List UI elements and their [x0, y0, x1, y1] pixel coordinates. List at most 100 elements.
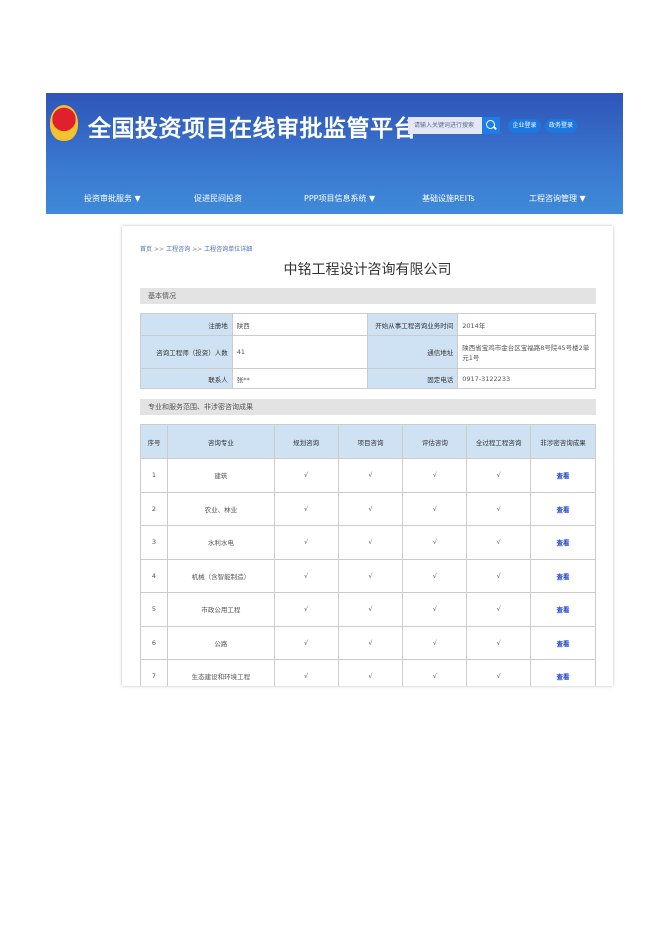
cell-c1: √ [273, 525, 339, 560]
cell-no: 5 [140, 592, 168, 627]
cell-c3: √ [402, 458, 468, 493]
site-header: 全国投资项目在线审批监管平台 请输入关键词进行搜索 企业登录 政务登录 投资审批… [46, 93, 623, 214]
cell-c3: √ [402, 592, 468, 627]
cell-c3: √ [402, 491, 468, 526]
cell-no: 1 [140, 458, 168, 493]
label: 注册地 [140, 313, 233, 336]
cell-no: 2 [140, 491, 168, 526]
view-results-link[interactable]: 查看 [557, 472, 570, 480]
national-emblem-icon [50, 105, 78, 141]
cell-major: 建筑 [166, 458, 275, 493]
table-row: 6 公路 √ √ √ √ 查看 [140, 625, 596, 660]
search-button[interactable] [482, 117, 500, 134]
view-results-link[interactable]: 查看 [557, 673, 570, 681]
cell-major: 公路 [166, 625, 275, 660]
nav-reits[interactable]: 基础设施REITs [422, 193, 475, 204]
breadcrumb-consulting[interactable]: 工程咨询 [166, 246, 190, 253]
table-row: 7 生态建设和环境工程 √ √ √ √ 查看 [140, 659, 596, 686]
basic-info-heading: 基本情况 [140, 288, 596, 304]
view-results-link[interactable]: 查看 [557, 573, 570, 581]
cell-no: 4 [140, 558, 168, 593]
cell-c4: √ [466, 458, 532, 493]
view-results-link[interactable]: 查看 [557, 640, 570, 648]
cell-c4: √ [466, 558, 532, 593]
value: 陕西省宝鸡市金台区宝福路8号院45号楼2单元1号 [457, 335, 596, 369]
cell-major: 生态建设和环境工程 [166, 659, 275, 686]
column-header: 咨询专业 [166, 424, 275, 459]
label: 通信地址 [367, 335, 459, 369]
column-header: 项目咨询 [337, 424, 404, 459]
cell-major: 市政公用工程 [166, 592, 275, 627]
cell-c4: √ [466, 659, 532, 686]
view-results-link[interactable]: 查看 [557, 606, 570, 614]
cell-c1: √ [273, 458, 339, 493]
cell-c2: √ [337, 558, 404, 593]
table-row: 4 机械（含智能制造） √ √ √ √ 查看 [140, 558, 596, 593]
view-results-link[interactable]: 查看 [557, 506, 570, 514]
search-input[interactable]: 请输入关键词进行搜索 [408, 117, 482, 134]
nav-consulting-management[interactable]: 工程咨询管理 ▼ [529, 193, 586, 204]
cell-c2: √ [337, 625, 404, 660]
cell-c4: √ [466, 625, 532, 660]
nav-ppp[interactable]: PPP项目信息系统 ▼ [304, 193, 375, 204]
cell-no: 7 [140, 659, 168, 686]
cell-c1: √ [273, 491, 339, 526]
scope-heading: 专业和服务范围、非涉密咨询成果 [140, 399, 596, 415]
table-header: 序号 咨询专业 规划咨询 项目咨询 评估咨询 全过程工程咨询 非涉密咨询成果 [140, 424, 596, 459]
breadcrumb-home[interactable]: 首页 [140, 246, 152, 253]
nav-investment-approval[interactable]: 投资审批服务 ▼ [84, 193, 141, 204]
cell-c1: √ [273, 592, 339, 627]
cell-link: 查看 [530, 458, 596, 493]
table-row: 5 市政公用工程 √ √ √ √ 查看 [140, 592, 596, 627]
cell-c2: √ [337, 458, 404, 493]
cell-c4: √ [466, 491, 532, 526]
cell-c2: √ [337, 659, 404, 686]
cell-c2: √ [337, 592, 404, 627]
label: 咨询工程师（投资）人数 [140, 335, 233, 369]
cell-no: 6 [140, 625, 168, 660]
table-row: 2 农业、林业 √ √ √ √ 查看 [140, 491, 596, 526]
cell-c2: √ [337, 491, 404, 526]
column-header: 非涉密咨询成果 [530, 424, 596, 459]
cell-link: 查看 [530, 525, 596, 560]
column-header: 全过程工程咨询 [466, 424, 532, 459]
cell-link: 查看 [530, 558, 596, 593]
table-row: 3 水利水电 √ √ √ √ 查看 [140, 525, 596, 560]
cell-c4: √ [466, 525, 532, 560]
cell-major: 水利水电 [166, 525, 275, 560]
cell-c3: √ [402, 659, 468, 686]
nav-private-investment[interactable]: 促进民间投资 [194, 193, 242, 204]
column-header: 评估咨询 [402, 424, 468, 459]
gov-login-button[interactable]: 政务登录 [545, 119, 577, 133]
value: 41 [231, 335, 369, 369]
value: 0917-3122233 [457, 368, 596, 389]
cell-c1: √ [273, 558, 339, 593]
column-header: 序号 [140, 424, 168, 459]
cell-link: 查看 [530, 659, 596, 686]
cell-c1: √ [273, 625, 339, 660]
scope-table: 序号 咨询专业 规划咨询 项目咨询 评估咨询 全过程工程咨询 非涉密咨询成果 1 建筑 √ √ √ √… [140, 424, 596, 686]
breadcrumb-current[interactable]: 工程咨询单位详细 [204, 246, 252, 253]
breadcrumb-separator: >> [192, 246, 203, 253]
company-title: 中铭工程设计咨询有限公司 [283, 262, 452, 278]
view-results-link[interactable]: 查看 [557, 539, 570, 547]
value: 2014年 [457, 313, 596, 336]
enterprise-login-button[interactable]: 企业登录 [508, 119, 541, 133]
cell-no: 3 [140, 525, 168, 560]
cell-c3: √ [402, 525, 468, 560]
site-title: 全国投资项目在线审批监管平台 [88, 116, 417, 142]
content-card: 首页 >> 工程咨询 >> 工程咨询单位详细 中铭工程设计咨询有限公司 基本情况 注册地… [122, 226, 613, 686]
label: 固定电话 [367, 368, 459, 389]
cell-c4: √ [466, 592, 532, 627]
cell-link: 查看 [530, 625, 596, 660]
value: 陕西 [231, 313, 369, 336]
cell-major: 农业、林业 [166, 491, 275, 526]
label: 开始从事工程咨询业务时间 [367, 313, 459, 336]
breadcrumb-separator: >> [154, 246, 165, 253]
value: 张** [231, 368, 369, 389]
cell-c3: √ [402, 558, 468, 593]
basic-info-table: 注册地 陕西 开始从事工程咨询业务时间 2014年 咨询工程师（投资）人数 41 通信地址… [140, 313, 596, 389]
cell-major: 机械（含智能制造） [166, 558, 275, 593]
table-row: 1 建筑 √ √ √ √ 查看 [140, 458, 596, 493]
cell-link: 查看 [530, 592, 596, 627]
